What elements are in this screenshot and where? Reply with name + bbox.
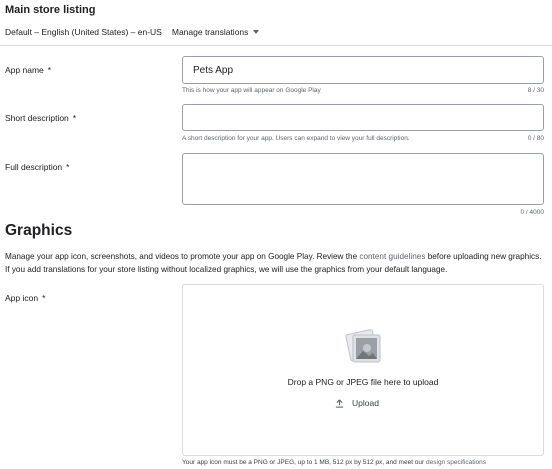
app-name-counter: 8 / 30 <box>527 87 544 94</box>
design-specifications-link[interactable]: design specifications <box>426 459 486 466</box>
language-row: Default – English (United States) – en-U… <box>5 27 260 37</box>
short-description-helper: A short description for your app. Users … <box>182 135 410 142</box>
required-marker: * <box>72 113 77 123</box>
app-icon-requirements-text: Your app icon must be a PNG or JPEG, up … <box>182 459 427 466</box>
app-icon-requirements: Your app icon must be a PNG or JPEG, up … <box>182 459 486 466</box>
app-icon-dropzone[interactable]: Drop a PNG or JPEG file here to upload U… <box>182 284 544 456</box>
content-guidelines-link[interactable]: content guidelines <box>359 252 425 261</box>
required-marker: * <box>66 162 70 172</box>
app-icon-label-text: App icon <box>5 293 39 303</box>
app-name-input[interactable] <box>182 56 544 84</box>
section-title: Main store listing <box>5 4 96 16</box>
manage-translations-dropdown[interactable]: Manage translations <box>172 27 260 37</box>
required-marker: * <box>42 293 46 303</box>
short-description-label-text: Short description <box>5 113 69 123</box>
image-placeholder-icon <box>345 329 381 363</box>
required-marker: * <box>47 65 52 75</box>
full-description-textarea[interactable] <box>182 153 544 205</box>
graphics-title: Graphics <box>5 222 73 239</box>
upload-button[interactable]: Upload <box>335 398 379 408</box>
drop-file-text: Drop a PNG or JPEG file here to upload <box>287 377 439 387</box>
app-icon-label: App icon * <box>5 293 45 303</box>
short-description-label: Short description * <box>5 113 76 123</box>
short-description-input[interactable] <box>182 104 544 131</box>
divider <box>0 45 552 46</box>
app-name-label-text: App name <box>5 65 44 75</box>
app-name-helper: This is how your app will appear on Goog… <box>182 87 321 94</box>
app-name-label: App name * <box>5 65 51 75</box>
manage-translations-label: Manage translations <box>171 27 249 37</box>
short-description-counter: 0 / 80 <box>527 135 544 142</box>
graphics-desc-part1: Manage your app icon, screenshots, and v… <box>5 252 360 261</box>
chevron-down-icon <box>253 30 260 34</box>
default-language: Default – English (United States) – en-U… <box>5 27 162 37</box>
upload-icon <box>335 399 344 408</box>
upload-label: Upload <box>352 398 379 408</box>
full-description-label: Full description * <box>5 162 69 172</box>
full-description-label-text: Full description <box>5 162 63 172</box>
graphics-description: Manage your app icon, screenshots, and v… <box>5 250 545 276</box>
full-description-counter: 0 / 4000 <box>520 209 545 216</box>
